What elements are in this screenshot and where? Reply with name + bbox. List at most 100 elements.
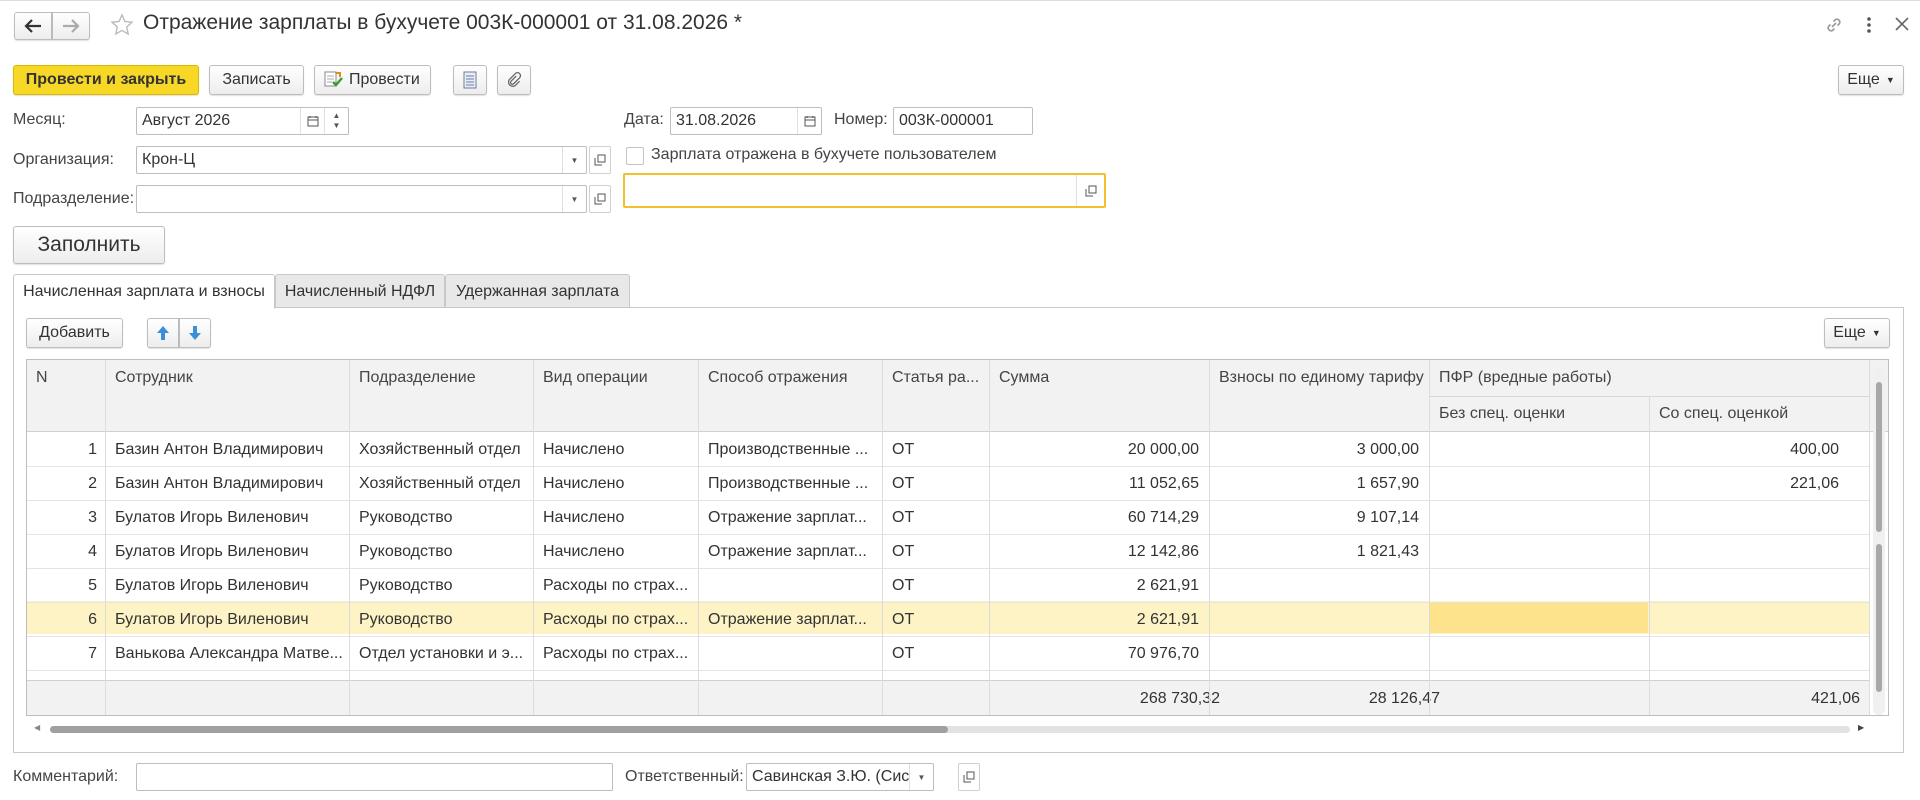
department-field[interactable]: ▼ <box>136 185 587 213</box>
cell-operation[interactable]: Начислено <box>543 543 693 561</box>
cell-department[interactable]: Хозяйственный отдел <box>359 441 527 459</box>
cell-article[interactable]: ОТ <box>892 441 982 459</box>
cell-n[interactable]: 7 <box>27 645 97 663</box>
cell-operation[interactable]: Расходы по страх... <box>543 577 693 595</box>
header-article[interactable]: Статья ра... <box>892 369 980 387</box>
cell-article[interactable]: ОТ <box>892 475 982 493</box>
cell-department[interactable]: Руководство <box>359 577 527 595</box>
cell-n[interactable]: 5 <box>27 577 97 595</box>
cell-department[interactable]: Руководство <box>359 509 527 527</box>
cell-department[interactable]: Хозяйственный отдел <box>359 475 527 493</box>
cell-contributions[interactable]: 1 657,90 <box>1357 475 1419 493</box>
cell-employee[interactable]: Базин Антон Владимирович <box>115 441 343 459</box>
stepper-up-icon[interactable]: ▲ <box>333 111 341 121</box>
cell-employee[interactable]: Ванькова Александра Матве... <box>115 645 343 663</box>
cell-sum[interactable]: 70 976,70 <box>1128 645 1199 663</box>
cell-operation[interactable]: Начислено <box>543 509 693 527</box>
cell-contributions[interactable]: 1 821,43 <box>1357 543 1419 561</box>
vertical-scrollbar-thumb[interactable] <box>1876 382 1882 532</box>
cell-employee[interactable]: Булатов Игорь Виленович <box>115 611 343 629</box>
cell-operation[interactable]: Расходы по страх... <box>543 645 693 663</box>
forward-button[interactable] <box>52 12 90 40</box>
cell-employee[interactable]: Булатов Игорь Виленович <box>115 509 343 527</box>
horizontal-scrollbar-thumb[interactable] <box>50 726 948 733</box>
open-window-icon[interactable] <box>1076 175 1104 206</box>
cell-sum[interactable]: 12 142,86 <box>1128 543 1199 561</box>
move-down-button[interactable] <box>179 318 211 348</box>
header-contributions[interactable]: Взносы по единому тарифу <box>1219 369 1424 387</box>
dropdown-chevron-icon[interactable]: ▼ <box>562 147 586 173</box>
cell-employee[interactable]: Булатов Игорь Виленович <box>115 577 343 595</box>
dropdown-chevron-icon[interactable]: ▼ <box>909 764 933 790</box>
cell-method[interactable]: Отражение зарплат... <box>708 611 876 629</box>
organization-field[interactable]: Крон-Ц ▼ <box>136 146 587 174</box>
header-pfr-no-assessment[interactable]: Без спец. оценки <box>1439 405 1565 423</box>
close-icon[interactable] <box>1895 17 1909 36</box>
cell-employee[interactable]: Базин Антон Владимирович <box>115 475 343 493</box>
header-operation[interactable]: Вид операции <box>543 369 648 387</box>
star-icon[interactable] <box>110 13 134 42</box>
cell-sum[interactable]: 2 621,91 <box>1137 611 1199 629</box>
report-button[interactable] <box>453 65 487 95</box>
header-pfr-with-assessment[interactable]: Со спец. оценкой <box>1659 405 1789 423</box>
cell-article[interactable]: ОТ <box>892 645 982 663</box>
cell-method[interactable]: Производственные ... <box>708 441 876 459</box>
link-icon[interactable] <box>1824 15 1844 40</box>
cell-department[interactable]: Руководство <box>359 543 527 561</box>
horizontal-scrollbar[interactable]: ◀ ▶ <box>30 723 1872 735</box>
cell-article[interactable]: ОТ <box>892 509 982 527</box>
cell-n[interactable]: 6 <box>27 611 97 629</box>
cell-n[interactable]: 1 <box>27 441 97 459</box>
cell-sum[interactable]: 20 000,00 <box>1128 441 1199 459</box>
fill-button[interactable]: Заполнить <box>13 226 165 264</box>
scroll-left-icon[interactable]: ◀ <box>34 723 40 732</box>
cell-method[interactable]: Отражение зарплат... <box>708 509 876 527</box>
scroll-right-icon[interactable]: ▶ <box>1858 723 1864 732</box>
add-row-button[interactable]: Добавить <box>26 318 123 348</box>
more-vertical-icon[interactable] <box>1865 15 1873 35</box>
table-more-button[interactable]: Еще ▼ <box>1824 318 1890 348</box>
cell-department[interactable]: Отдел установки и э... <box>359 645 527 663</box>
cell-department[interactable]: Руководство <box>359 611 527 629</box>
header-department[interactable]: Подразделение <box>359 369 476 387</box>
responsible-field[interactable]: Савинская З.Ю. (Систем ▼ <box>746 763 934 791</box>
reflected-by-user-checkbox[interactable] <box>626 147 644 165</box>
header-sum[interactable]: Сумма <box>999 369 1050 387</box>
open-department-button[interactable] <box>589 185 611 213</box>
open-organization-button[interactable] <box>589 146 611 174</box>
stepper-down-icon[interactable]: ▼ <box>333 121 341 131</box>
header-pfr[interactable]: ПФР (вредные работы) <box>1439 369 1612 387</box>
date-field[interactable]: 31.08.2026 <box>670 107 822 135</box>
cell-article[interactable]: ОТ <box>892 611 982 629</box>
tab-accrued-ndfl[interactable]: Начисленный НДФЛ <box>275 274 445 308</box>
calendar-icon[interactable] <box>797 108 821 134</box>
cell-employee[interactable]: Булатов Игорь Виленович <box>115 543 343 561</box>
cell-sum[interactable]: 11 052,65 <box>1129 475 1199 493</box>
save-button[interactable]: Записать <box>209 65 304 95</box>
move-up-button[interactable] <box>147 318 179 348</box>
dropdown-chevron-icon[interactable]: ▼ <box>562 186 586 212</box>
vertical-scrollbar-thumb-lower[interactable] <box>1876 544 1882 692</box>
post-and-close-button[interactable]: Провести и закрыть <box>13 65 199 95</box>
reflected-by-user-label[interactable]: Зарплата отражена в бухучете пользовател… <box>651 146 996 164</box>
cell-pfr-with-assessment[interactable]: 400,00 <box>1790 441 1839 459</box>
header-employee[interactable]: Сотрудник <box>115 369 193 387</box>
cell-pfr-with-assessment[interactable]: 221,06 <box>1790 475 1839 493</box>
back-button[interactable] <box>14 12 52 40</box>
tab-accrued-salary[interactable]: Начисленная зарплата и взносы <box>13 274 275 309</box>
cell-n[interactable]: 2 <box>27 475 97 493</box>
month-stepper[interactable]: ▲ ▼ <box>324 108 348 134</box>
cell-operation[interactable]: Расходы по страх... <box>543 611 693 629</box>
cell-operation[interactable]: Начислено <box>543 441 693 459</box>
cell-sum[interactable]: 2 621,91 <box>1137 577 1199 595</box>
month-field[interactable]: Август 2026 ▲ ▼ <box>136 107 349 135</box>
header-method[interactable]: Способ отражения <box>708 369 848 387</box>
cell-article[interactable]: ОТ <box>892 543 982 561</box>
cell-article[interactable]: ОТ <box>892 577 982 595</box>
header-n[interactable]: N <box>36 369 48 387</box>
cell-method[interactable]: Отражение зарплат... <box>708 543 876 561</box>
attach-button[interactable] <box>497 65 531 95</box>
tab-withheld-salary[interactable]: Удержанная зарплата <box>445 274 630 308</box>
number-field[interactable]: 003К-000001 <box>893 107 1033 135</box>
more-menu-button[interactable]: Еще ▼ <box>1838 65 1904 95</box>
